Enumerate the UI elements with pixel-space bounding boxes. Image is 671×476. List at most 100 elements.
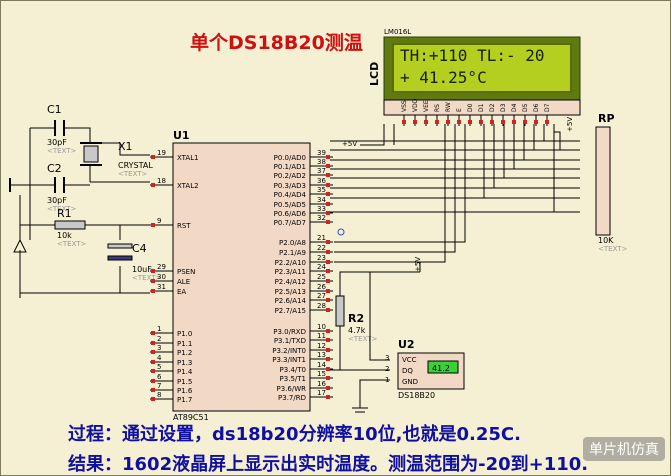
u1-pin-num: 19	[157, 149, 166, 157]
watermark: 单片机仿真	[583, 437, 665, 461]
u2-pin-vcc: VCC	[402, 356, 417, 364]
lcd-pin-name: D5	[522, 103, 529, 112]
u1-pin-name: XTAL1	[177, 154, 199, 162]
u1-pin-num: 33	[317, 205, 326, 213]
lcd-pin-marker	[424, 120, 428, 124]
lcd-pin-marker	[446, 120, 450, 124]
r2-value: 4.7k	[348, 326, 366, 335]
u1-pin-num: 11	[317, 332, 326, 340]
u1-pin-name: P2.2/A10	[275, 259, 306, 267]
capacitor-c1[interactable]: C1 30pF <TEXT>	[47, 103, 77, 155]
u1-pin-name: P1.2	[177, 349, 192, 357]
oscillator-circuit	[9, 127, 150, 298]
u1-pin-marker	[151, 155, 155, 159]
u1-pin-num: 27	[317, 292, 326, 300]
u2-pin-num-3: 3	[385, 354, 389, 362]
u1-pin-num: 22	[317, 244, 326, 252]
u1-ref: U1	[173, 129, 190, 142]
u1-pin-name: P1.5	[177, 378, 192, 386]
u1-pin-marker	[326, 192, 330, 196]
u1-pin-num: 2	[157, 335, 161, 343]
r1-text: <TEXT>	[57, 240, 87, 248]
crystal-x1[interactable]: X1 CRYSTAL <TEXT>	[80, 140, 153, 178]
u2-model: DS18B20	[398, 391, 435, 400]
c1-text: <TEXT>	[47, 147, 77, 155]
u1-pin-marker	[151, 379, 155, 383]
lcd-pin-marker	[435, 120, 439, 124]
u1-pin-marker	[326, 298, 330, 302]
u1-pin-name: ALE	[177, 278, 190, 286]
rp-value: 10K	[598, 236, 614, 245]
u2-reading: 41.2	[432, 364, 450, 373]
power-label-top: +5V	[342, 140, 357, 148]
u1-pin-name: P1.3	[177, 359, 192, 367]
u2-pin-num-1: 1	[385, 376, 389, 384]
u1-pin-num: 32	[317, 214, 326, 222]
u1-pin-num: 21	[317, 234, 326, 242]
u1-pin-name: P2.1/A9	[279, 249, 306, 257]
u1-pin-marker	[326, 250, 330, 254]
resistor-r1[interactable]: R1 10k <TEXT>	[54, 207, 87, 248]
lcd-pin-name: D1	[478, 103, 485, 112]
r2-ref: R2	[348, 312, 364, 325]
u1-pin-marker	[151, 223, 155, 227]
u1-pin-num: 34	[317, 196, 326, 204]
u1-pin-name: P0.7/AD7	[274, 219, 306, 227]
u1-pin-marker	[151, 279, 155, 283]
u1-pin-num: 37	[317, 167, 326, 175]
u1-pin-num: 12	[317, 342, 326, 350]
u1-pin-name: P1.7	[177, 396, 192, 404]
u1-pin-num: 5	[157, 363, 161, 371]
sensor-u2[interactable]: U2 DS18B20 VCC DQ GND 3 2 1 41.2	[385, 338, 465, 400]
resistor-pack-rp[interactable]: RP 10K <TEXT>	[595, 112, 628, 253]
u1-pin-name: P3.3/INT1	[272, 356, 306, 364]
lcd-screen: TH:+110 TL:- 20 + 41.25°C	[392, 43, 572, 93]
u2-ref: U2	[398, 338, 415, 351]
lcd-pin-marker	[545, 120, 549, 124]
power-label-mid: +5V	[414, 257, 422, 272]
lcd-pin-marker	[413, 120, 417, 124]
u1-pin-num: 10	[317, 323, 326, 331]
u1-pin-name: P1.1	[177, 340, 192, 348]
u1-pin-name: EA	[177, 288, 186, 296]
u1-pin-marker	[326, 289, 330, 293]
u1-pin-num: 4	[157, 354, 162, 362]
lcd-pin-marker	[512, 120, 516, 124]
u1-pin-marker	[326, 183, 330, 187]
lcd-pin-name: D6	[533, 103, 540, 112]
c4-ref: C4	[132, 242, 147, 255]
u1-pin-num: 16	[317, 380, 326, 388]
u1-pin-name: P3.7/RD	[278, 394, 306, 402]
page-title: 单个DS18B20测温	[190, 32, 363, 54]
u1-pin-num: 1	[157, 325, 161, 333]
u1-pin-num: 26	[317, 283, 326, 291]
u1-pin-name: P3.2/INT0	[272, 347, 306, 355]
u1-pin-marker	[151, 350, 155, 354]
lcd-pin-marker	[479, 120, 483, 124]
u1-pin-num: 35	[317, 186, 326, 194]
u1-pin-name: P0.0/AD0	[274, 154, 306, 162]
capacitor-c4[interactable]: C4 10uF <TEXT>	[107, 242, 162, 282]
r1-value: 10k	[57, 231, 72, 240]
u1-pin-marker	[326, 357, 330, 361]
lcd-pin-name: D0	[467, 103, 474, 112]
u1-pin-num: 24	[317, 263, 326, 271]
x1-text: <TEXT>	[118, 170, 148, 178]
note-process: 过程：通过设置，ds18b20分辨率10位,也就是0.25C.	[68, 424, 521, 445]
u1-pin-marker	[151, 397, 155, 401]
resistor-r2[interactable]: R2 4.7k <TEXT>	[335, 295, 378, 343]
mcu-u1[interactable]: U1 AT89C51 19XTAL118XTAL29RST29PSEN30ALE…	[150, 129, 333, 422]
u1-pin-num: 31	[157, 283, 166, 291]
capacitor-c2[interactable]: C2 30pF <TEXT>	[47, 162, 77, 213]
lcd-pin-marker	[468, 120, 472, 124]
u1-pin-name: P2.5/A13	[275, 288, 306, 296]
u2-pin-num-2: 2	[385, 365, 389, 373]
u1-pin-marker	[326, 367, 330, 371]
u1-pin-num: 36	[317, 177, 326, 185]
lcd-pin-name: VEE	[423, 100, 430, 112]
u1-pin-marker	[326, 202, 330, 206]
lcd-pin-name: RS	[434, 104, 441, 112]
c2-value: 30pF	[47, 196, 67, 205]
u1-pin-name: P2.3/A11	[275, 268, 306, 276]
u1-pin-marker	[326, 260, 330, 264]
